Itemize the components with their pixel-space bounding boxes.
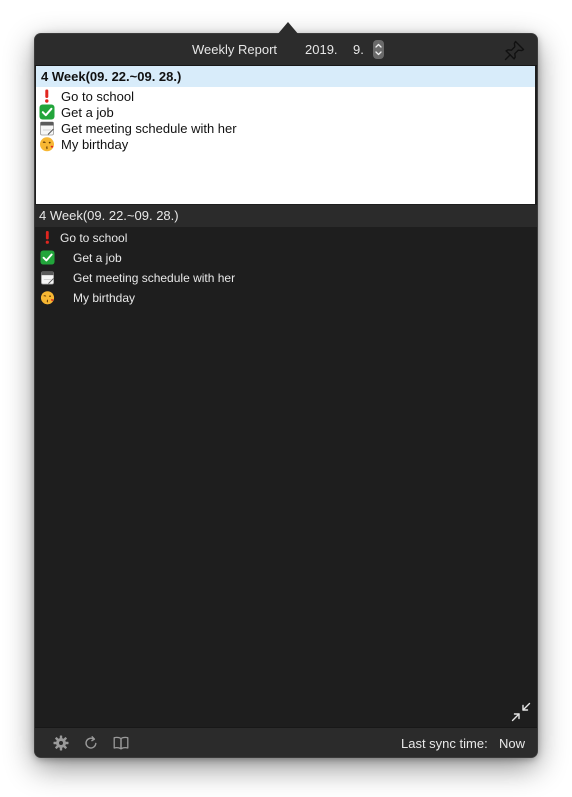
pin-icon[interactable] bbox=[503, 38, 527, 62]
window-title: Weekly Report bbox=[192, 42, 278, 57]
collapse-arrows-icon[interactable] bbox=[509, 700, 533, 724]
popover-arrow bbox=[277, 22, 299, 35]
exclamation-icon bbox=[39, 88, 55, 104]
exclamation-icon bbox=[40, 230, 55, 245]
checkmark-icon bbox=[40, 250, 55, 265]
year-value[interactable]: 2019. bbox=[305, 42, 338, 57]
list-item-label: Get a job bbox=[61, 105, 114, 120]
light-week-list: 4 Week(09. 22.~09. 28.) Go to school Get… bbox=[36, 66, 535, 204]
list-item[interactable]: Go to school bbox=[39, 88, 519, 104]
list-item[interactable]: Get a job bbox=[39, 104, 519, 120]
last-sync-label: Last sync time: bbox=[401, 736, 488, 751]
title-bar: Weekly Report 2019. 9. bbox=[35, 34, 537, 66]
list-item-label: Get meeting schedule with her bbox=[73, 271, 236, 285]
list-item[interactable]: Go to school bbox=[40, 230, 500, 246]
week-header[interactable]: 4 Week(09. 22.~09. 28.) bbox=[36, 66, 535, 87]
list-item-label: Get meeting schedule with her bbox=[61, 121, 237, 136]
week-header-label: 4 Week(09. 22.~09. 28.) bbox=[41, 69, 182, 84]
list-item-label: Go to school bbox=[60, 231, 128, 245]
week-header-label: 4 Week(09. 22.~09. 28.) bbox=[39, 208, 179, 223]
up-down-stepper-icon[interactable] bbox=[373, 40, 384, 59]
list-item-label: Go to school bbox=[61, 89, 134, 104]
list-item-label: Get a job bbox=[73, 251, 122, 265]
book-icon[interactable] bbox=[112, 734, 130, 752]
list-item[interactable]: My birthday bbox=[40, 290, 500, 306]
weekly-report-popover: Weekly Report 2019. 9. 4 Week(09. 22.~09… bbox=[35, 34, 537, 757]
gear-icon[interactable] bbox=[52, 734, 70, 752]
week-header-dark[interactable]: 4 Week(09. 22.~09. 28.) bbox=[35, 205, 537, 227]
list-item[interactable]: My birthday bbox=[39, 136, 519, 152]
checkmark-icon bbox=[39, 104, 55, 120]
list-item[interactable]: Get meeting schedule with her bbox=[39, 120, 519, 136]
kissing-face-icon bbox=[40, 290, 55, 305]
last-sync-value: Now bbox=[499, 736, 526, 751]
month-value[interactable]: 9. bbox=[353, 42, 364, 57]
list-item-label: My birthday bbox=[61, 137, 129, 152]
list-item[interactable]: Get a job bbox=[40, 250, 500, 266]
list-item-label: My birthday bbox=[73, 291, 136, 305]
refresh-icon[interactable] bbox=[82, 734, 100, 752]
kissing-face-icon bbox=[39, 136, 55, 152]
calendar-icon bbox=[40, 270, 55, 285]
list-item[interactable]: Get meeting schedule with her bbox=[40, 270, 500, 286]
footer-bar: Last sync time: Now bbox=[35, 727, 537, 757]
calendar-icon bbox=[39, 120, 55, 136]
screen: Weekly Report 2019. 9. 4 Week(09. 22.~09… bbox=[0, 0, 572, 797]
